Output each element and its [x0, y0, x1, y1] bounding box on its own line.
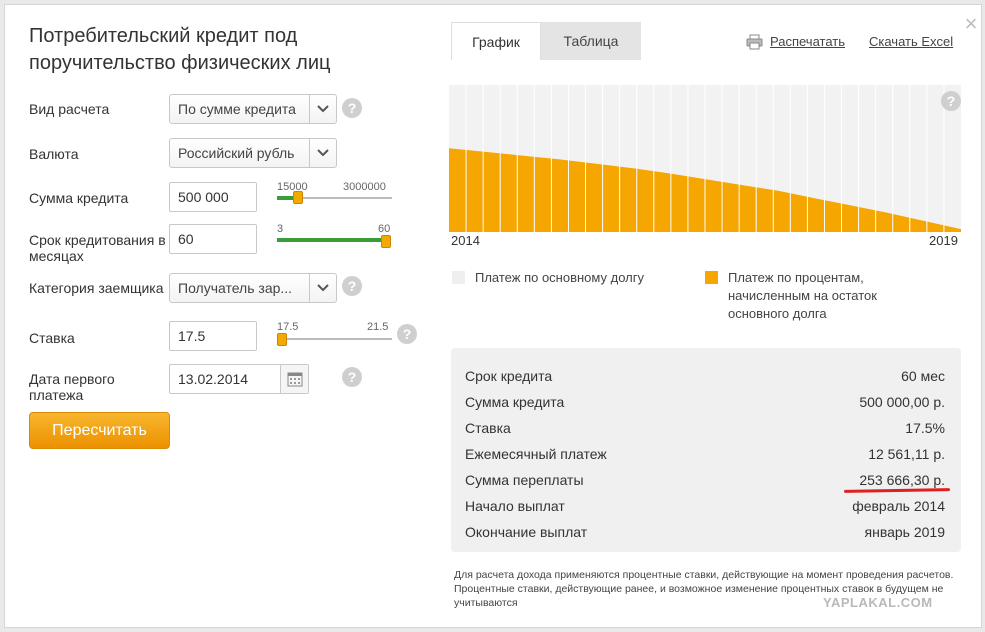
rate-slider-handle[interactable] — [277, 333, 287, 346]
rate-min: 17.5 — [277, 321, 299, 333]
amount-input[interactable]: 500 000 — [169, 182, 257, 212]
currency-value: Российский рубль — [178, 145, 295, 161]
amount-slider-handle[interactable] — [293, 191, 303, 204]
recalculate-button[interactable]: Пересчитать — [29, 412, 170, 449]
summary-row: Начало выплат февраль 2014 — [465, 498, 945, 514]
rate-max: 21.5 — [367, 321, 389, 333]
first-payment-input[interactable]: 13.02.2014 — [169, 364, 309, 394]
summary-row: Срок кредита 60 мес — [465, 368, 945, 384]
legend-principal: Платеж по основному долгу — [475, 270, 644, 285]
term-track-fill — [277, 238, 387, 242]
calculator-dialog: × Потребительский кредит под поручительс… — [4, 4, 982, 628]
first-payment-label: Дата первого платежа — [29, 371, 115, 403]
term-slider-handle[interactable] — [381, 235, 391, 248]
tab-table[interactable]: Таблица — [541, 22, 641, 60]
category-select[interactable]: Получатель зар... — [169, 273, 337, 303]
close-icon[interactable]: × — [960, 13, 981, 35]
currency-select[interactable]: Российский рубль — [169, 138, 337, 168]
term-label: Срок кредитования в месяцах — [29, 232, 166, 264]
printer-icon[interactable] — [746, 34, 763, 55]
rate-label: Ставка — [29, 330, 75, 346]
page-title: Потребительский кредит под поручительств… — [29, 25, 331, 74]
download-excel-link[interactable]: Скачать Excel — [869, 34, 953, 49]
chevron-down-icon — [309, 274, 336, 302]
legend-swatch-interest — [705, 271, 718, 284]
x-axis-end-label: 2019 — [929, 233, 958, 248]
summary-row-overpayment: Сумма переплаты 253 666,30 р. — [465, 472, 945, 488]
calc-type-value: По сумме кредита — [178, 101, 296, 117]
first-payment-value: 13.02.2014 — [178, 371, 249, 387]
term-min: 3 — [277, 223, 284, 235]
summary-panel: Срок кредита 60 мес Сумма кредита 500 000,… — [451, 348, 961, 552]
x-axis-start-label: 2014 — [451, 233, 480, 248]
legend-interest: Платеж по процентам, начисленным на оста… — [728, 270, 877, 321]
rate-input[interactable]: 17.5 — [169, 321, 257, 351]
help-icon[interactable]: ? — [941, 91, 961, 111]
chevron-down-icon — [309, 95, 336, 123]
category-label: Категория заемщика — [29, 280, 164, 296]
red-underline-mark — [843, 488, 951, 493]
term-input[interactable]: 60 — [169, 224, 257, 254]
watermark: YAPLAKAL.COM — [823, 595, 933, 610]
summary-row: Окончание выплат январь 2019 — [465, 524, 945, 540]
help-icon[interactable]: ? — [342, 276, 362, 296]
category-value: Получатель зар... — [178, 280, 293, 296]
amount-track — [297, 197, 392, 199]
chevron-down-icon — [309, 139, 336, 167]
summary-row: Ежемесячный платеж 12 561,11 р. — [465, 446, 945, 462]
calc-type-label: Вид расчета — [29, 101, 110, 117]
calc-type-select[interactable]: По сумме кредита — [169, 94, 337, 124]
tab-graph[interactable]: График — [451, 22, 541, 60]
summary-row: Сумма кредита 500 000,00 р. — [465, 394, 945, 410]
summary-row: Ставка 17.5% — [465, 420, 945, 436]
print-link[interactable]: Распечатать — [770, 34, 845, 49]
calendar-icon[interactable] — [280, 365, 308, 393]
help-icon[interactable]: ? — [397, 324, 417, 344]
amount-max: 3000000 — [343, 181, 386, 193]
amount-label: Сумма кредита — [29, 190, 129, 206]
payment-chart: ? — [449, 85, 961, 232]
term-max: 60 — [378, 223, 391, 235]
currency-label: Валюта — [29, 146, 79, 162]
legend-swatch-principal — [452, 271, 465, 284]
help-icon[interactable]: ? — [342, 98, 362, 118]
payment-chart-svg — [449, 85, 961, 232]
rate-track — [277, 338, 392, 340]
help-icon[interactable]: ? — [342, 367, 362, 387]
